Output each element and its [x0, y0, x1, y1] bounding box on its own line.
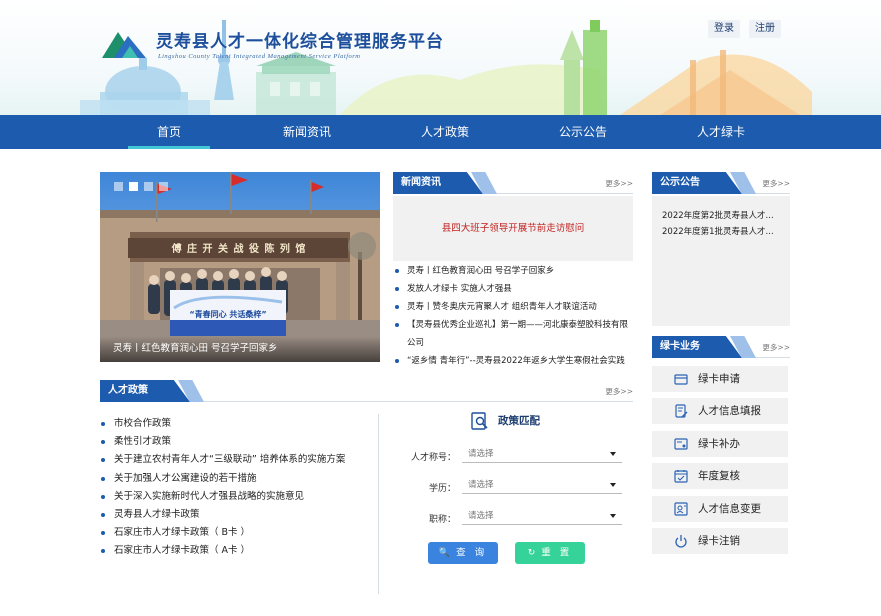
carousel-dot[interactable] [114, 182, 123, 191]
policy-item[interactable]: 灵寿县人才绿卡政策 [100, 506, 380, 524]
greencard-cancel-button[interactable]: 绿卡注销 [652, 528, 788, 554]
edit-form-icon [675, 404, 688, 418]
news-more-link[interactable]: 更多>> [605, 178, 633, 189]
news-section-header: 新闻资讯 更多>> [393, 172, 633, 194]
talent-title-label: 人才称号： [410, 453, 456, 463]
notice-section-title: 公示公告 [652, 172, 742, 194]
news-featured-headline[interactable]: 县四大班子领导开展节前走访慰问 [393, 196, 633, 261]
query-button-label: 查 询 [456, 547, 488, 559]
logo-icon [102, 32, 146, 58]
annual-review-label: 年度复核 [698, 470, 740, 482]
policy-item[interactable]: 市校合作政策 [100, 415, 380, 433]
greencard-apply-label: 绿卡申请 [698, 373, 740, 385]
carousel-dots [114, 182, 174, 194]
greencard-reissue-button[interactable]: 绿卡补办 [652, 431, 788, 457]
news-item[interactable]: 灵寿丨红色教育润心田 号召学子回家乡 [393, 262, 633, 280]
notice-list: 2022年度第2批灵寿县人才... 2022年度第1批灵寿县人才... [652, 196, 790, 326]
notice-section-header: 公示公告 更多>> [652, 172, 790, 194]
policy-item[interactable]: 关于加强人才公寓建设的若干措施 [100, 470, 380, 488]
carousel-dot[interactable] [144, 182, 153, 191]
policy-section-title: 人才政策 [100, 380, 190, 402]
talent-info-fill-button[interactable]: 人才信息填报 [652, 398, 788, 424]
policy-item[interactable]: 石家庄市人才绿卡政策（ B卡 ） [100, 524, 380, 542]
group-photo [100, 172, 380, 362]
carousel-caption[interactable]: 灵寿丨红色教育润心田 号召学子回家乡 [100, 336, 380, 362]
policy-list: 市校合作政策 柔性引才政策 关于建立农村青年人才“三级联动” 培养体系的实施方案… [100, 415, 380, 561]
user-change-icon [674, 502, 688, 516]
card-reissue-icon [674, 438, 688, 450]
policy-more-link[interactable]: 更多>> [605, 386, 633, 397]
news-item[interactable]: “返乡情 青年行”--灵寿县2022年返乡大学生寒假社会实践 [393, 352, 633, 370]
nav-news[interactable]: 新闻资讯 [266, 115, 348, 149]
greencard-reissue-label: 绿卡补办 [698, 438, 740, 450]
power-icon [675, 535, 687, 548]
chevron-down-icon [610, 452, 616, 456]
annual-review-button[interactable]: 年度复核 [652, 463, 788, 489]
policy-item[interactable]: 关于深入实施新时代人才强县战略的实施意见 [100, 488, 380, 506]
talent-title-select[interactable]: 请选择 [462, 445, 622, 463]
refresh-icon: ↻ [527, 548, 536, 558]
greencard-cancel-label: 绿卡注销 [698, 535, 740, 547]
policy-item[interactable]: 关于建立农村青年人才“三级联动” 培养体系的实施方案 [100, 451, 380, 469]
news-item[interactable]: 【灵寿县优秀企业巡礼】第一期——河北康泰塑胶科技有限公司 [393, 316, 633, 352]
notice-more-link[interactable]: 更多>> [762, 178, 790, 189]
banner-slogan: “青春同心 共话桑梓” [189, 310, 267, 319]
login-link[interactable]: 登录 [708, 20, 740, 38]
chevron-down-icon [610, 514, 616, 518]
news-section-title: 新闻资讯 [393, 172, 483, 194]
policy-item[interactable]: 石家庄市人才绿卡政策（ A卡 ） [100, 542, 380, 560]
talent-info-fill-label: 人才信息填报 [698, 405, 761, 417]
news-item[interactable]: 灵寿丨赞冬奥庆元宵聚人才 组织青年人才联谊活动 [393, 298, 633, 316]
news-list: 灵寿丨红色教育润心田 号召学子回家乡 发放人才绿卡 实施人才强县 灵寿丨赞冬奥庆… [393, 262, 633, 370]
greencard-more-link[interactable]: 更多>> [762, 342, 790, 353]
talent-info-change-button[interactable]: 人才信息变更 [652, 496, 788, 522]
news-item[interactable]: 发放人才绿卡 实施人才强县 [393, 280, 633, 298]
nav-notice[interactable]: 公示公告 [542, 115, 624, 149]
policy-match-title: 政策匹配 [470, 411, 540, 431]
carousel-dot-active[interactable] [129, 182, 138, 191]
search-icon: 🔍 [438, 548, 451, 558]
nav-home[interactable]: 首页 [128, 115, 210, 149]
image-carousel[interactable]: 傅 庄 开 关 战 役 陈 列 馆 “青春同心 共话桑梓” 灵寿丨红色教育润心田… [100, 172, 380, 362]
site-subtitle: Lingshou County Talent Integrated Manage… [158, 53, 361, 60]
talent-title-placeholder: 请选择 [468, 449, 494, 459]
main-nav: 首页 新闻资讯 人才政策 公示公告 人才绿卡 [0, 115, 881, 149]
register-link[interactable]: 注册 [749, 20, 781, 38]
calendar-review-icon [674, 470, 688, 483]
nav-policy[interactable]: 人才政策 [404, 115, 486, 149]
site-title: 灵寿县人才一体化综合管理服务平台 [156, 32, 444, 52]
education-placeholder: 请选择 [468, 480, 494, 490]
talent-info-change-label: 人才信息变更 [698, 503, 761, 515]
professional-title-select[interactable]: 请选择 [462, 507, 622, 525]
reset-button-label: 重 置 [541, 547, 573, 559]
policy-match-icon [471, 412, 488, 430]
notice-item[interactable]: 2022年度第2批灵寿县人才... [652, 208, 790, 224]
section-divider [378, 414, 379, 594]
query-button[interactable]: 🔍 查 询 [428, 542, 498, 564]
reset-button[interactable]: ↻ 重 置 [515, 542, 585, 564]
greencard-section-header: 绿卡业务 更多>> [652, 336, 790, 358]
policy-section-header: 人才政策 更多>> [100, 380, 633, 402]
nav-greencard[interactable]: 人才绿卡 [680, 115, 762, 149]
education-label: 学历： [428, 484, 456, 494]
professional-title-placeholder: 请选择 [468, 511, 494, 521]
chevron-down-icon [610, 483, 616, 487]
greencard-section-title: 绿卡业务 [652, 336, 742, 358]
carousel-dot[interactable] [159, 182, 168, 191]
site-header: 灵寿县人才一体化综合管理服务平台 Lingshou County Talent … [0, 0, 881, 115]
education-select[interactable]: 请选择 [462, 476, 622, 494]
card-icon [674, 374, 688, 385]
greencard-apply-button[interactable]: 绿卡申请 [652, 366, 788, 392]
gate-plaque-text: 傅 庄 开 关 战 役 陈 列 馆 [171, 244, 307, 255]
policy-item[interactable]: 柔性引才政策 [100, 433, 380, 451]
professional-title-label: 职称： [428, 515, 456, 525]
notice-item[interactable]: 2022年度第1批灵寿县人才... [652, 224, 790, 240]
policy-match-label: 政策匹配 [498, 415, 540, 427]
